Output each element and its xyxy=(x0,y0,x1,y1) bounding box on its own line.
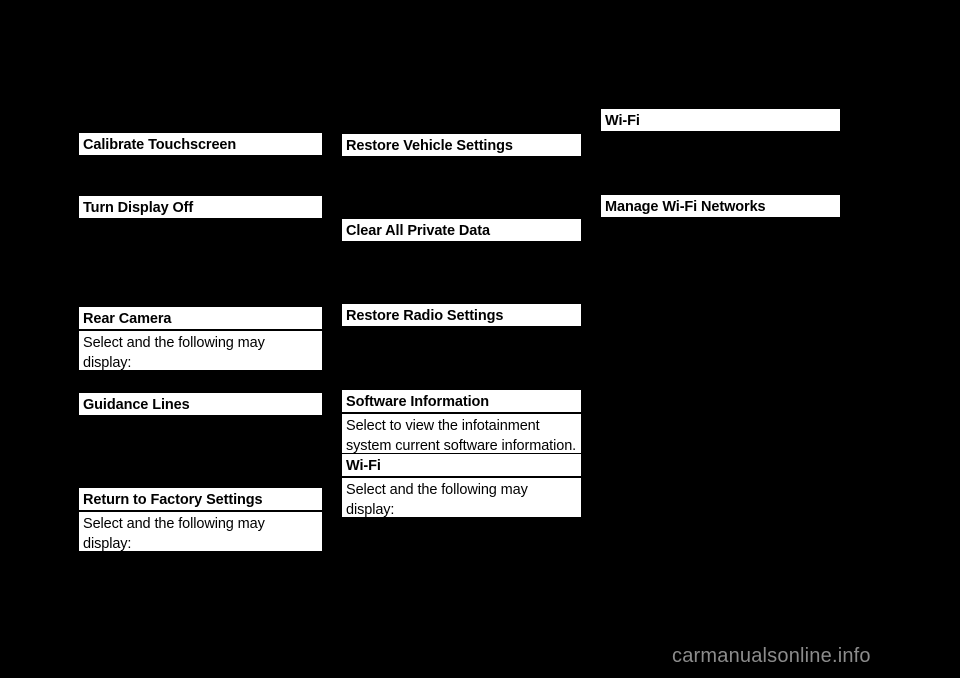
body-text-left-3-line-2: display: xyxy=(83,355,132,371)
section-heading-return-to-factory-settings-line-1: Return to Factory Settings xyxy=(83,492,263,508)
body-text-left-6-line-2: display: xyxy=(83,536,132,552)
body-text-middle-6: Select and the following may display: xyxy=(342,478,581,518)
section-heading-return-to-factory-settings[interactable]: Return to Factory Settings xyxy=(79,488,322,510)
body-text-left-6-line-1: Select and the following may xyxy=(83,516,265,532)
body-text-middle-4: Select to view the infotainment system cu… xyxy=(342,414,581,454)
section-heading-wi-fi[interactable]: Wi-Fi xyxy=(342,454,581,476)
section-heading-turn-display-off-line-1: Turn Display Off xyxy=(83,200,194,216)
site-watermark: carmanualsonline.info xyxy=(672,645,871,667)
section-heading-restore-radio-settings[interactable]: Restore Radio Settings xyxy=(342,304,581,326)
body-text-left-3-line-1: Select and the following may xyxy=(83,335,265,351)
section-heading-turn-display-off[interactable]: Turn Display Off xyxy=(79,196,322,218)
section-heading-software-information-line-1: Software Information xyxy=(346,394,490,410)
section-heading-calibrate-touchscreen-line-1: Calibrate Touchscreen xyxy=(83,137,237,153)
section-heading-rear-camera-line-1: Rear Camera xyxy=(83,311,172,327)
body-text-middle-6-line-1: Select and the following may xyxy=(346,482,528,498)
section-heading-wi-fi-line-1: Wi-Fi xyxy=(605,113,640,129)
manual-page: carmanualsonline.info Calibrate Touchscr… xyxy=(0,0,960,678)
section-heading-restore-radio-settings-line-1: Restore Radio Settings xyxy=(346,308,504,324)
body-text-middle-4-line-1: Select to view the infotainment xyxy=(346,418,540,434)
section-heading-manage-wi-fi-networks-line-1: Manage Wi-Fi Networks xyxy=(605,199,766,215)
body-text-middle-6-line-2: display: xyxy=(346,502,395,518)
section-heading-guidance-lines[interactable]: Guidance Lines xyxy=(79,393,322,415)
section-heading-software-information[interactable]: Software Information xyxy=(342,390,581,412)
section-heading-rear-camera[interactable]: Rear Camera xyxy=(79,307,322,329)
section-heading-guidance-lines-line-1: Guidance Lines xyxy=(83,397,190,413)
section-heading-restore-vehicle-settings[interactable]: Restore Vehicle Settings xyxy=(342,134,581,156)
section-heading-clear-all-private-data[interactable]: Clear All Private Data xyxy=(342,219,581,241)
body-text-middle-4-line-2: system current software information. xyxy=(346,438,577,454)
body-text-left-6: Select and the following may display: xyxy=(79,512,322,552)
section-heading-manage-wi-fi-networks[interactable]: Manage Wi-Fi Networks xyxy=(601,195,840,217)
section-heading-calibrate-touchscreen[interactable]: Calibrate Touchscreen xyxy=(79,133,322,155)
section-heading-clear-all-private-data-line-1: Clear All Private Data xyxy=(346,223,490,239)
section-heading-wi-fi[interactable]: Wi-Fi xyxy=(601,109,840,131)
section-heading-restore-vehicle-settings-line-1: Restore Vehicle Settings xyxy=(346,138,513,154)
body-text-left-3: Select and the following may display: xyxy=(79,331,322,371)
section-heading-wi-fi-line-1: Wi-Fi xyxy=(346,458,381,474)
